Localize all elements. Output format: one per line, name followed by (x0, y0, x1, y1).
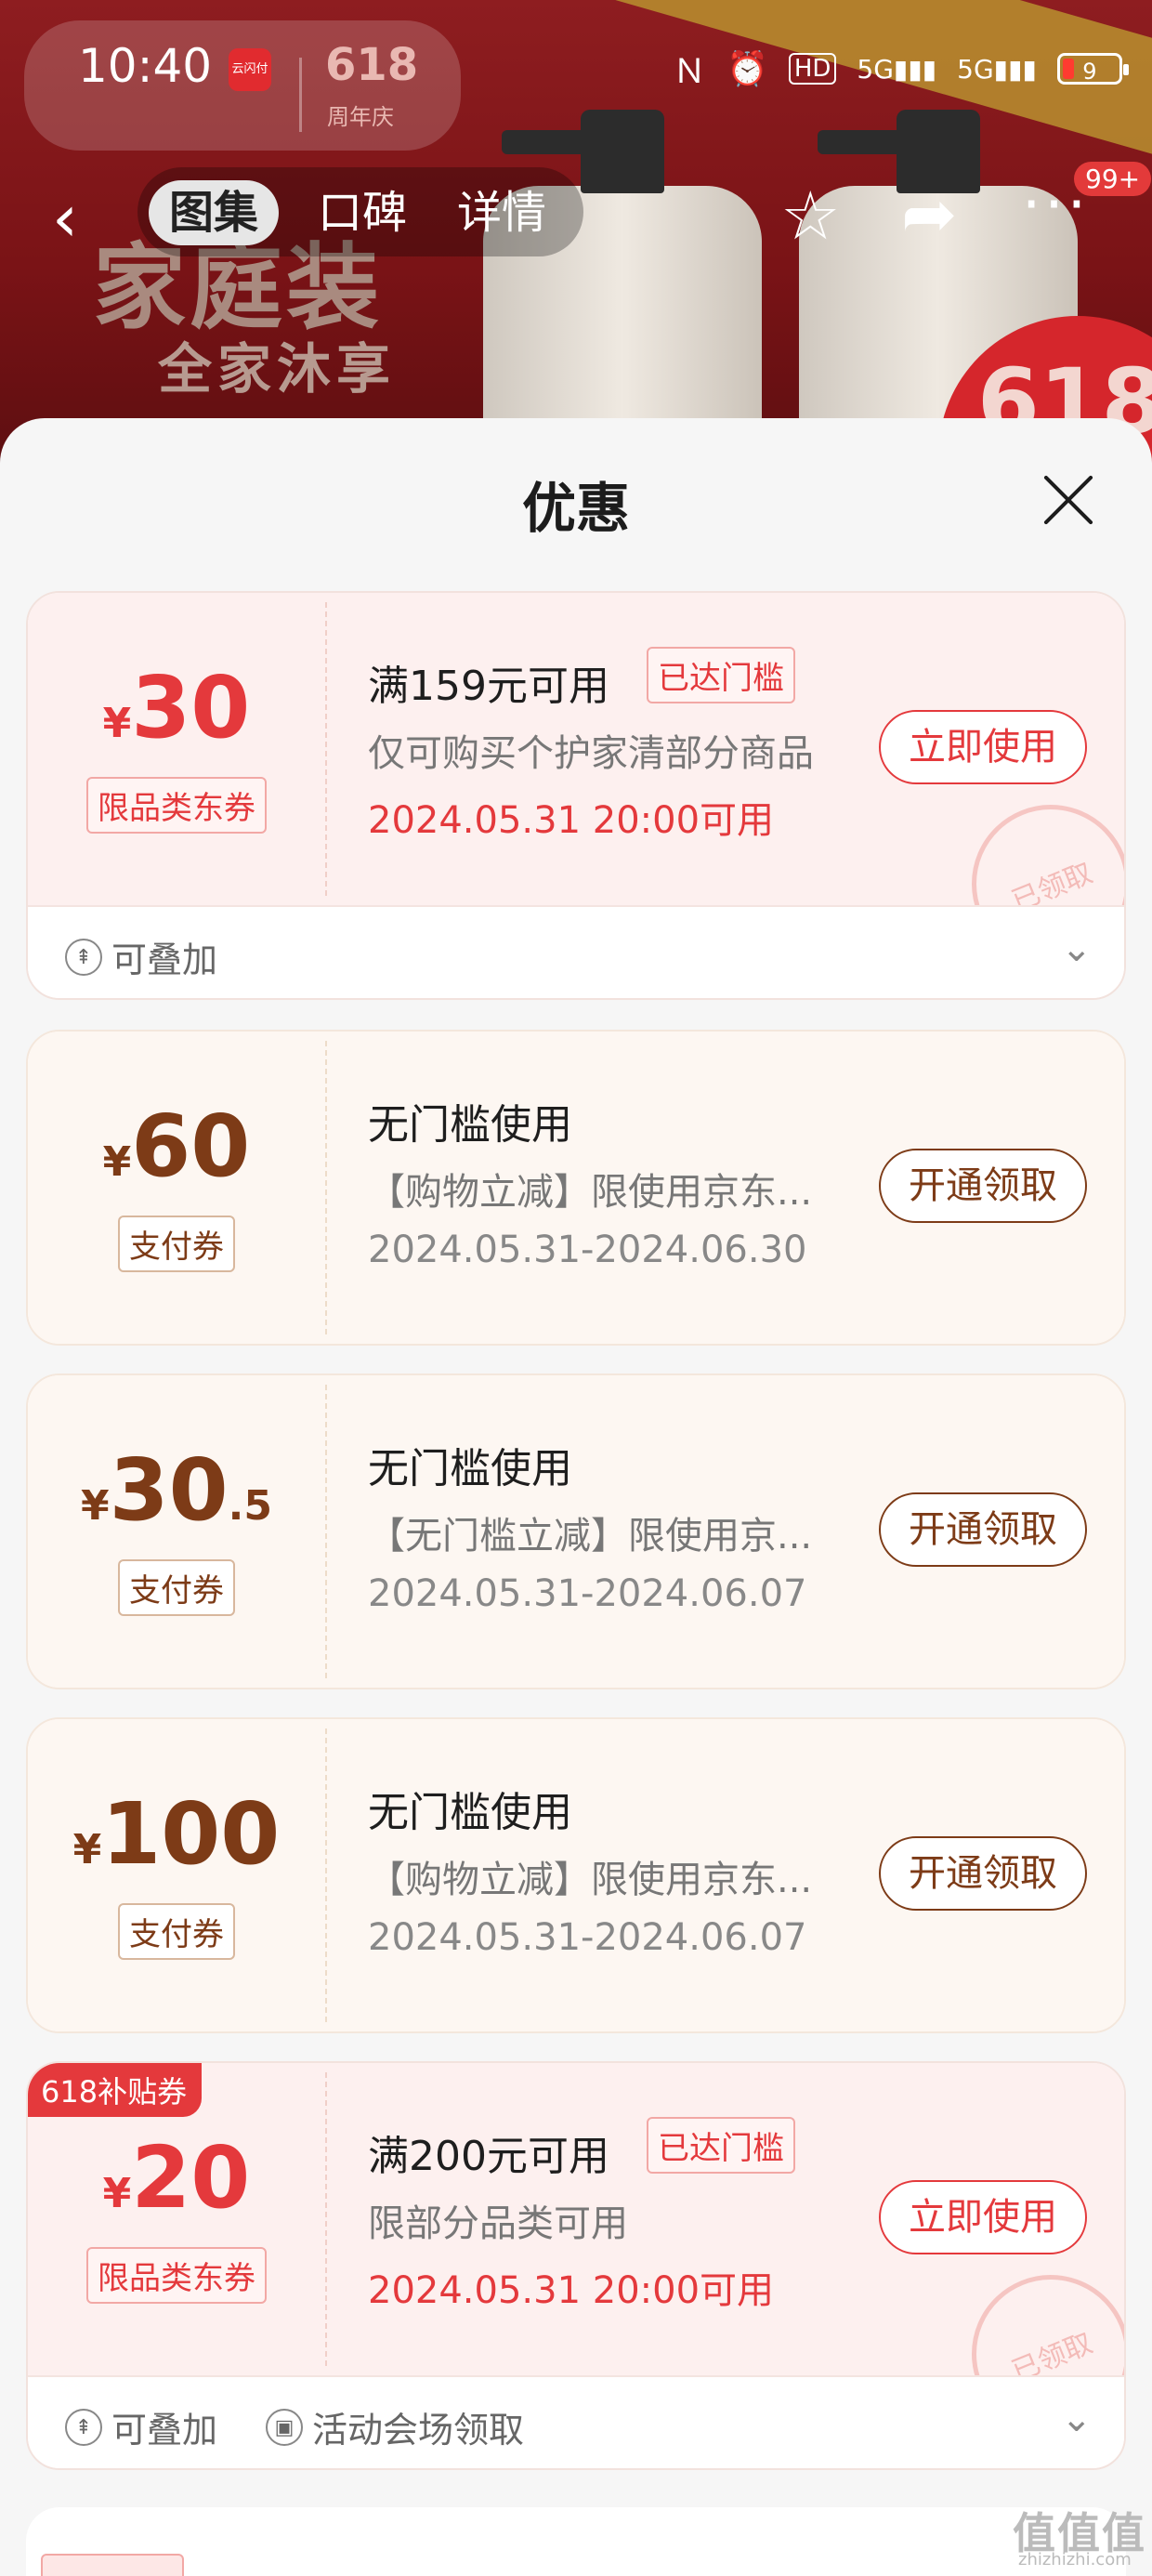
sheet-title: 优惠 (521, 477, 630, 540)
nfc-icon: Ｎ (673, 53, 707, 91)
coupon-divider (325, 1728, 327, 2022)
stackable-label: 可叠加 (111, 2410, 218, 2451)
coupon-description: 仅可购买个护家清部分商品 (368, 732, 814, 775)
tab-details[interactable]: 详情 (437, 180, 567, 245)
activate-claim-button[interactable]: 开通领取 (879, 1149, 1087, 1223)
brand-subtitle: 周年庆 (327, 104, 394, 130)
chevron-down-icon[interactable]: ⌄ (1061, 2398, 1093, 2440)
alarm-icon: ⏰ (727, 50, 768, 88)
coupon-description: 【购物立减】限使用京东... (368, 1171, 813, 1214)
coupon-type-label: 支付券 (118, 1903, 235, 1960)
coupon-body: ¥30 限品类东券 满159元可用 已达门槛 仅可购买个护家清部分商品 2024… (28, 593, 1124, 987)
coupon-footer[interactable]: ⇞ 可叠加 ⌄ (28, 905, 1124, 998)
coupon-condition: 无门槛使用 (368, 1445, 572, 1492)
coupon-date: 2024.05.31 20:00可用 (368, 2269, 775, 2312)
coupon-type-label: 限品类东券 (86, 777, 267, 834)
message-count-badge: 99+ (1074, 162, 1152, 196)
app-icon: 云闪付 (229, 48, 271, 91)
coupon-footer[interactable]: ⇞ 可叠加 ▣ 活动会场领取 ⌄ (28, 2375, 1124, 2468)
coupon-card[interactable]: ¥60 支付券 无门槛使用 【购物立减】限使用京东... 2024.05.31-… (26, 1030, 1126, 1346)
coupon-divider (325, 1041, 327, 1334)
coupon-body: ¥60 支付券 无门槛使用 【购物立减】限使用京东... 2024.05.31-… (28, 1032, 1124, 1344)
top-nav: ‹ 图集 口碑 详情 ☆ ➦ ··· (0, 167, 1152, 260)
coupon-body: 618补贴券 ¥20 限品类东券 满200元可用 已达门槛 限部分品类可用 20… (28, 2063, 1124, 2457)
threshold-reached-badge: 已达门槛 (647, 647, 795, 703)
activate-claim-button[interactable]: 开通领取 (879, 1492, 1087, 1567)
coupon-condition: 满159元可用 (368, 663, 609, 710)
brand-badge: 618 (325, 39, 419, 91)
coupon-date: 2024.05.31 20:00可用 (368, 799, 775, 842)
coupon-type-label: 支付券 (118, 1216, 235, 1272)
stackable-label: 可叠加 (111, 940, 218, 980)
coupon-description: 【无门槛立减】限使用京... (368, 1515, 813, 1557)
coupon-body: ¥30.5 支付券 无门槛使用 【无门槛立减】限使用京... 2024.05.3… (28, 1375, 1124, 1688)
coupon-card[interactable]: ¥30.5 支付券 无门槛使用 【无门槛立减】限使用京... 2024.05.3… (26, 1373, 1126, 1689)
tab-gallery[interactable]: 图集 (149, 180, 280, 245)
coupon-condition: 满200元可用 (368, 2133, 609, 2180)
venue-claim-label: 活动会场领取 (312, 2410, 525, 2451)
coupon-date: 2024.05.31-2024.06.07 (368, 1572, 807, 1615)
coupon-sheet: 优惠 ¥30 限品类东券 满159元可用 已达门槛 仅可购买个护家清部分商品 2… (0, 418, 1152, 2576)
banner-subtitle: 全家沐享 (158, 337, 397, 401)
coupon-divider (325, 602, 327, 896)
coupon-type-label: 限品类东券 (86, 2247, 267, 2304)
coupon-description: 限部分品类可用 (368, 2202, 628, 2245)
use-now-button[interactable]: 立即使用 (879, 710, 1087, 784)
stackable-tag: ⇞ 可叠加 (65, 2401, 217, 2452)
signal-5g-icon: 5G▮▮▮ (957, 53, 1037, 85)
stack-icon: ⇞ (65, 938, 102, 976)
venue-claim-tag: ▣ 活动会场领取 (266, 2401, 524, 2452)
coupon-divider (325, 1385, 327, 1678)
chevron-down-icon[interactable]: ⌄ (1061, 927, 1093, 970)
coupon-divider (325, 2072, 327, 2366)
coupon-date: 2024.05.31-2024.06.07 (368, 1916, 807, 1959)
share-icon[interactable]: ➦ (901, 175, 957, 253)
stack-icon: ⇞ (65, 2408, 102, 2446)
coupon-card[interactable]: 618补贴券 ¥20 限品类东券 满200元可用 已达门槛 限部分品类可用 20… (26, 2061, 1126, 2470)
use-now-button[interactable]: 立即使用 (879, 2180, 1087, 2254)
activate-claim-button[interactable]: 开通领取 (879, 1836, 1087, 1911)
battery-icon: 9 (1056, 53, 1129, 85)
brand-separator (299, 58, 302, 132)
system-icons: Ｎ ⏰ HD 5G▮▮▮ 5G▮▮▮ 9 (673, 45, 1129, 93)
favorite-star-icon[interactable]: ☆ (780, 177, 841, 255)
clock: 10:40 (78, 39, 213, 93)
back-icon[interactable]: ‹ (52, 180, 78, 256)
coupon-card[interactable]: ¥30 限品类东券 满159元可用 已达门槛 仅可购买个护家清部分商品 2024… (26, 591, 1126, 1000)
coupon-description: 【购物立减】限使用京东... (368, 1859, 813, 1901)
tab-reviews[interactable]: 口碑 (297, 180, 427, 245)
stackable-tag: ⇞ 可叠加 (65, 931, 217, 982)
coupon-tag-partial (41, 2554, 184, 2576)
coupon-condition: 无门槛使用 (368, 1101, 572, 1149)
coupon-type-label: 支付券 (118, 1559, 235, 1616)
hd-icon: HD (788, 53, 837, 85)
coupon-condition: 无门槛使用 (368, 1789, 572, 1836)
coupon-body: ¥100 支付券 无门槛使用 【购物立减】限使用京东... 2024.05.31… (28, 1719, 1124, 2031)
coupon-card[interactable]: ¥100 支付券 无门槛使用 【购物立减】限使用京东... 2024.05.31… (26, 1717, 1126, 2033)
coupon-card-partial[interactable] (26, 2507, 1126, 2576)
threshold-reached-badge: 已达门槛 (647, 2117, 795, 2174)
site-watermark-url: zhizhizhi.com (1018, 2550, 1132, 2569)
signal-5g-icon: 5G▮▮▮ (857, 53, 937, 85)
status-bar: 10:40 云闪付 618 周年庆 Ｎ ⏰ HD 5G▮▮▮ 5G▮▮▮ 9 (0, 0, 1152, 151)
close-icon[interactable] (1041, 472, 1096, 528)
coupon-date: 2024.05.31-2024.06.30 (368, 1229, 807, 1271)
venue-icon: ▣ (266, 2408, 303, 2446)
